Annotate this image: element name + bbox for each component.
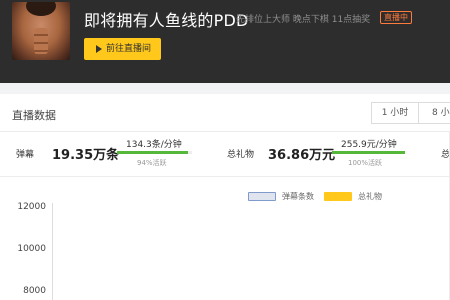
play-icon [96, 45, 102, 53]
gift-activity-text: 100%活跃 [348, 159, 383, 167]
legend-gift-label: 总礼物 [358, 192, 382, 201]
section-title: 直播数据 [12, 109, 56, 122]
danmu-activity-fill [117, 151, 188, 154]
danmu-total-value: 19.35万条 [52, 148, 120, 163]
danmu-activity-text: 94%活跃 [137, 159, 167, 167]
streamer-avatar[interactable] [12, 2, 70, 60]
danmu-rate: 134.3条/分钟 [126, 140, 182, 150]
section-divider [0, 83, 450, 94]
avatar-hair [26, 2, 56, 16]
stats-row: 弹幕 19.35万条 134.3条/分钟 94%活跃 总礼物 36.86万元 2… [0, 132, 450, 177]
live-data-chart: 弹幕条数 总礼物 12000 10000 8000 [0, 177, 450, 300]
gift-label: 总礼物 [227, 150, 255, 160]
gift-activity-fill [332, 151, 405, 154]
danmu-activity-bar [117, 151, 192, 154]
gift-activity-bar [332, 151, 405, 154]
avatar-abs [34, 28, 48, 54]
legend-gift-swatch [324, 192, 352, 201]
y-tick-label: 12000 [17, 202, 46, 212]
tab-1-hour[interactable]: 1 小时 [371, 102, 419, 124]
goto-live-room-button[interactable]: 前往直播间 [84, 38, 161, 60]
stream-subtitle: 先排位上大师 晚点下棋 11点抽奖 [236, 15, 371, 25]
stream-title: 即将拥有人鱼线的PDD [84, 11, 249, 30]
legend-danmu-label: 弹幕条数 [282, 192, 314, 201]
y-axis-line [52, 203, 53, 300]
gift-rate: 255.9元/分钟 [341, 140, 397, 150]
tab-8-hours[interactable]: 8 小 [419, 102, 450, 124]
live-status-badge: 直播中 [380, 11, 412, 24]
goto-live-room-label: 前往直播间 [106, 44, 152, 54]
y-tick-label: 8000 [23, 286, 46, 296]
time-range-tabs: 1 小时 8 小 [371, 102, 450, 124]
y-tick-label: 10000 [17, 244, 46, 254]
gift-total-value: 36.86万元 [268, 148, 336, 163]
danmu-label: 弹幕 [16, 150, 35, 160]
live-room-header: 即将拥有人鱼线的PDD 先排位上大师 晚点下棋 11点抽奖 直播中 前往直播间 [0, 0, 450, 83]
legend-danmu-swatch [248, 192, 276, 201]
live-data-section-header: 直播数据 1 小时 8 小 [0, 94, 450, 132]
